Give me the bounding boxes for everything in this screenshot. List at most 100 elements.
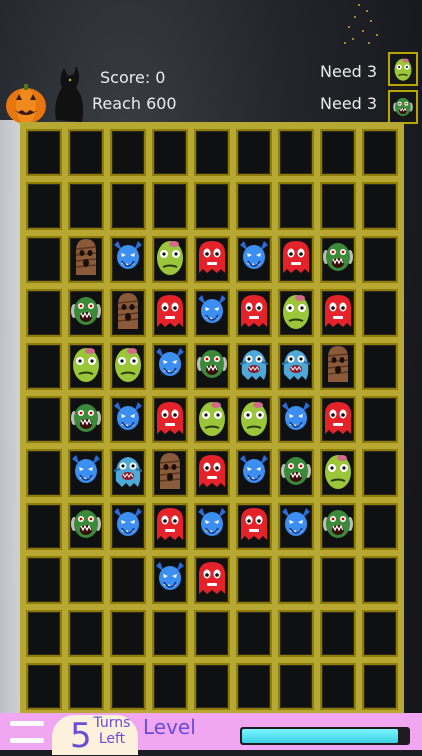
board-cell[interactable]: [194, 556, 230, 604]
board-cell[interactable]: [194, 342, 230, 390]
board-cell[interactable]: [362, 502, 398, 551]
board-cell[interactable]: [26, 662, 62, 711]
board-cell[interactable]: [26, 182, 62, 230]
board-cell[interactable]: [236, 609, 272, 657]
board-cell[interactable]: [110, 342, 146, 390]
board-cell[interactable]: [110, 502, 146, 551]
board-cell[interactable]: [320, 129, 356, 177]
board-cell[interactable]: [68, 449, 104, 497]
board-cell[interactable]: [26, 609, 62, 657]
board-cell[interactable]: [362, 662, 398, 711]
board-cell[interactable]: [236, 395, 272, 444]
board-cell[interactable]: [194, 662, 230, 711]
board-cell[interactable]: [26, 289, 62, 337]
board-cell[interactable]: [68, 342, 104, 390]
board-cell[interactable]: [320, 342, 356, 390]
board-cell[interactable]: [278, 395, 314, 444]
board-cell[interactable]: [152, 502, 188, 551]
board-cell[interactable]: [362, 395, 398, 444]
board-cell[interactable]: [152, 289, 188, 337]
board-cell[interactable]: [278, 129, 314, 177]
board-cell[interactable]: [278, 235, 314, 284]
board-cell[interactable]: [110, 289, 146, 337]
board-cell[interactable]: [26, 129, 62, 177]
board-cell[interactable]: [236, 502, 272, 551]
board-cell[interactable]: [278, 182, 314, 230]
board-cell[interactable]: [68, 395, 104, 444]
board-cell[interactable]: [236, 129, 272, 177]
board-cell[interactable]: [236, 342, 272, 390]
board-cell[interactable]: [278, 609, 314, 657]
board-cell[interactable]: [362, 342, 398, 390]
board-cell[interactable]: [110, 609, 146, 657]
board-cell[interactable]: [110, 182, 146, 230]
board-cell[interactable]: [362, 235, 398, 284]
board-cell[interactable]: [236, 449, 272, 497]
board-cell[interactable]: [152, 662, 188, 711]
board-cell[interactable]: [278, 449, 314, 497]
board-cell[interactable]: [362, 129, 398, 177]
board-cell[interactable]: [152, 395, 188, 444]
board-cell[interactable]: [320, 395, 356, 444]
board-cell[interactable]: [278, 289, 314, 337]
board-cell[interactable]: [68, 502, 104, 551]
board-cell[interactable]: [26, 449, 62, 497]
board-cell[interactable]: [194, 395, 230, 444]
board-cell[interactable]: [320, 235, 356, 284]
board-cell[interactable]: [194, 502, 230, 551]
board-cell[interactable]: [278, 662, 314, 711]
board-cell[interactable]: [236, 289, 272, 337]
board-cell[interactable]: [236, 235, 272, 284]
board-cell[interactable]: [152, 182, 188, 230]
board-cell[interactable]: [110, 556, 146, 604]
board-cell[interactable]: [68, 129, 104, 177]
board-cell[interactable]: [320, 289, 356, 337]
board-cell[interactable]: [194, 289, 230, 337]
menu-button[interactable]: [10, 717, 44, 747]
board-cell[interactable]: [278, 502, 314, 551]
board-cell[interactable]: [278, 556, 314, 604]
board-cell[interactable]: [26, 502, 62, 551]
board-cell[interactable]: [26, 342, 62, 390]
board-cell[interactable]: [362, 182, 398, 230]
board-cell[interactable]: [362, 289, 398, 337]
board-cell[interactable]: [152, 235, 188, 284]
board-cell[interactable]: [110, 129, 146, 177]
board-cell[interactable]: [194, 609, 230, 657]
board-cell[interactable]: [320, 502, 356, 551]
board-cell[interactable]: [26, 235, 62, 284]
board-cell[interactable]: [68, 609, 104, 657]
board-cell[interactable]: [194, 449, 230, 497]
board-cell[interactable]: [152, 342, 188, 390]
board-cell[interactable]: [362, 556, 398, 604]
board-cell[interactable]: [26, 395, 62, 444]
board-cell[interactable]: [26, 556, 62, 604]
board-cell[interactable]: [68, 556, 104, 604]
board-cell[interactable]: [110, 662, 146, 711]
board-cell[interactable]: [152, 449, 188, 497]
board-cell[interactable]: [68, 182, 104, 230]
board-cell[interactable]: [68, 235, 104, 284]
board-cell[interactable]: [236, 662, 272, 711]
board-cell[interactable]: [194, 129, 230, 177]
board-cell[interactable]: [110, 235, 146, 284]
board-cell[interactable]: [320, 609, 356, 657]
board-cell[interactable]: [236, 182, 272, 230]
board-cell[interactable]: [194, 235, 230, 284]
board-cell[interactable]: [362, 449, 398, 497]
board-cell[interactable]: [236, 556, 272, 604]
board-cell[interactable]: [152, 609, 188, 657]
board-cell[interactable]: [68, 289, 104, 337]
board-cell[interactable]: [194, 182, 230, 230]
board-cell[interactable]: [362, 609, 398, 657]
board-cell[interactable]: [68, 662, 104, 711]
board-cell[interactable]: [320, 182, 356, 230]
board-cell[interactable]: [152, 129, 188, 177]
board-cell[interactable]: [110, 449, 146, 497]
board-cell[interactable]: [320, 662, 356, 711]
board-cell[interactable]: [110, 395, 146, 444]
board-cell[interactable]: [320, 556, 356, 604]
board-cell[interactable]: [152, 556, 188, 604]
board-cell[interactable]: [320, 449, 356, 497]
board-cell[interactable]: [278, 342, 314, 390]
